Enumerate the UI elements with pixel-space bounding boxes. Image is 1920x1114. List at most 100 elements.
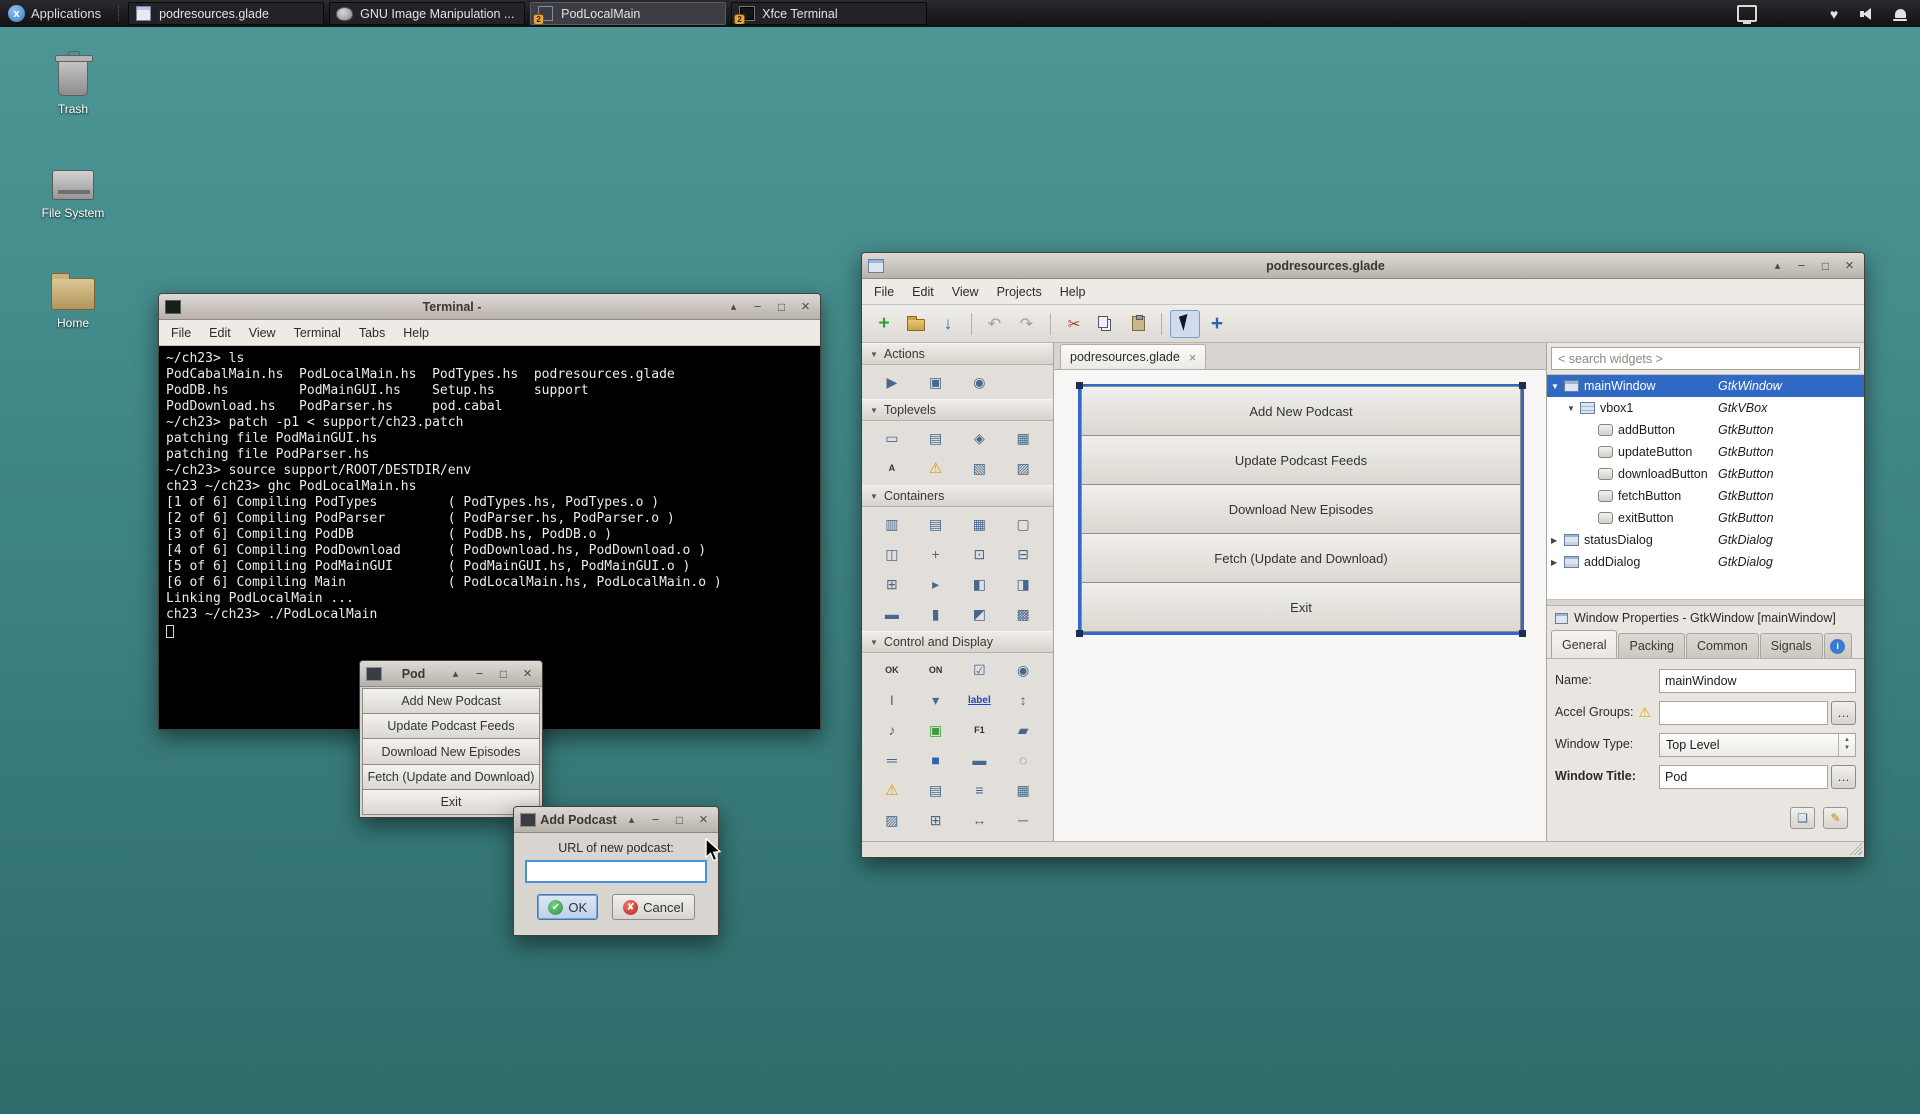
accel-groups-input[interactable] — [1659, 701, 1828, 725]
devhelp-icon[interactable]: ❏ — [1790, 807, 1815, 829]
gtk-action-icon[interactable]: ▶ — [870, 369, 914, 395]
menu-item[interactable]: Terminal — [285, 320, 350, 345]
ok-button[interactable]: ✔ OK — [537, 894, 598, 920]
widget-tree-row[interactable]: statusDialog GtkDialog — [1547, 529, 1864, 551]
glade-titlebar[interactable]: podresources.glade — [862, 253, 1864, 279]
gtk-scrollbar-icon[interactable]: ↔ — [958, 807, 1002, 833]
gtk-drawing-area-icon[interactable]: ▨ — [870, 807, 914, 833]
window-title-input[interactable] — [1659, 765, 1828, 789]
gtk-info-bar-icon[interactable]: ⚠ — [870, 777, 914, 803]
gtk-font-button-icon[interactable]: F1 — [958, 717, 1002, 743]
taskbar-button[interactable]: podresources.glade — [128, 2, 324, 25]
selector-icon[interactable] — [1170, 310, 1200, 338]
shade-button[interactable] — [723, 297, 744, 316]
gtk-toggle-button-icon[interactable]: ON — [914, 657, 958, 683]
redo-icon[interactable] — [1012, 310, 1042, 338]
gtk-toggle-action-icon[interactable]: ▣ — [914, 369, 958, 395]
design-button[interactable]: Update Podcast Feeds — [1081, 435, 1521, 485]
gtk-layout-icon[interactable]: ▩ — [1001, 601, 1045, 627]
gtk-color-button-icon[interactable]: ■ — [914, 747, 958, 773]
gtk-color-selection-dialog-icon[interactable]: ▦ — [1001, 425, 1045, 451]
heart-icon[interactable] — [1824, 5, 1844, 23]
menu-item[interactable]: Edit — [200, 320, 240, 345]
search-widgets-input[interactable] — [1551, 347, 1860, 370]
save-icon[interactable] — [933, 310, 963, 338]
edit-pencil-icon[interactable]: ✎ — [1823, 807, 1848, 829]
desktop-icon[interactable]: Home — [26, 268, 120, 330]
widget-tree-row[interactable]: downloadButton GtkButton — [1547, 463, 1864, 485]
minimize-button[interactable] — [747, 297, 768, 316]
gtk-file-chooser-dialog-icon[interactable]: ▧ — [958, 455, 1002, 481]
menu-item[interactable]: Edit — [903, 279, 943, 304]
design-main-window[interactable]: Add New Podcast Update Podcast Feeds Dow… — [1078, 384, 1524, 635]
palette-section-containers[interactable]: Containers — [862, 485, 1053, 507]
properties-tab[interactable]: Common — [1686, 633, 1759, 658]
pod-action-button[interactable]: Fetch (Update and Download) — [362, 764, 540, 790]
desktop-icon[interactable]: File System — [26, 160, 120, 220]
cancel-button[interactable]: ✘ Cancel — [612, 894, 694, 920]
shade-button[interactable] — [621, 810, 642, 829]
menu-item[interactable]: Tabs — [350, 320, 394, 345]
gtk-combo-box-icon[interactable]: ▾ — [914, 687, 958, 713]
palette-section-toplevels[interactable]: Toplevels — [862, 399, 1053, 421]
gtk-calendar-icon[interactable]: ▦ — [1001, 777, 1045, 803]
gtk-separator-icon[interactable]: ─ — [1001, 807, 1045, 833]
tree-expander-icon[interactable] — [1551, 558, 1564, 567]
minimize-button[interactable] — [1791, 256, 1812, 275]
taskbar-button[interactable]: 2 PodLocalMain — [530, 2, 726, 25]
pod-titlebar[interactable]: Pod — [360, 661, 542, 687]
open-project-icon[interactable] — [901, 310, 931, 338]
gtk-hbox-icon[interactable]: ▥ — [870, 511, 914, 537]
cut-icon[interactable] — [1059, 310, 1089, 338]
shade-button[interactable] — [445, 664, 466, 683]
url-input[interactable] — [525, 860, 707, 883]
gtk-volume-button-icon[interactable]: ♪ — [870, 717, 914, 743]
bell-icon[interactable] — [1890, 5, 1910, 23]
widget-tree-row[interactable]: exitButton GtkButton — [1547, 507, 1864, 529]
widget-tree-row[interactable]: vbox1 GtkVBox — [1547, 397, 1864, 419]
gtk-image-icon[interactable]: ▣ — [914, 717, 958, 743]
resize-grip[interactable] — [1850, 843, 1862, 855]
gtk-spinner-icon[interactable]: ◌ — [1001, 747, 1045, 773]
gtk-vpaned-icon[interactable]: ◨ — [1001, 571, 1045, 597]
close-button[interactable] — [1839, 256, 1860, 275]
design-button[interactable]: Exit — [1081, 582, 1521, 632]
close-button[interactable] — [517, 664, 538, 683]
gtk-icon-view-icon[interactable]: ⊞ — [914, 807, 958, 833]
taskbar-button[interactable]: GNU Image Manipulation ... — [329, 2, 525, 25]
menu-item[interactable]: File — [865, 279, 903, 304]
design-button[interactable]: Fetch (Update and Download) — [1081, 533, 1521, 583]
close-button[interactable] — [795, 297, 816, 316]
terminal-titlebar[interactable]: Terminal - — [159, 294, 820, 320]
accessibility-tab[interactable]: i — [1824, 633, 1852, 658]
maximize-button[interactable] — [1815, 256, 1836, 275]
pod-action-button[interactable]: Add New Podcast — [362, 688, 540, 714]
drag-resize-icon[interactable] — [1202, 310, 1232, 338]
design-button[interactable]: Download New Episodes — [1081, 484, 1521, 534]
pod-action-button[interactable]: Update Podcast Feeds — [362, 713, 540, 739]
gtk-statusbar-icon[interactable]: ▬ — [958, 747, 1002, 773]
menu-item[interactable]: View — [943, 279, 988, 304]
gtk-fixed-icon[interactable]: + — [914, 541, 958, 567]
selection-handle[interactable] — [1076, 630, 1083, 637]
widget-tree-row[interactable]: addButton GtkButton — [1547, 419, 1864, 441]
gtk-about-dialog-icon[interactable]: ◈ — [958, 425, 1002, 451]
speaker-icon[interactable] — [1857, 5, 1877, 23]
properties-tab[interactable]: Packing — [1618, 633, 1684, 658]
pod-action-button[interactable]: Download New Episodes — [362, 738, 540, 764]
canvas-workarea[interactable]: Add New Podcast Update Podcast Feeds Dow… — [1054, 370, 1546, 841]
taskbar-button[interactable]: 2 Xfce Terminal — [731, 2, 927, 25]
minimize-button[interactable] — [469, 664, 490, 683]
gtk-tree-view-icon[interactable]: ≡ — [958, 777, 1002, 803]
gtk-message-dialog-icon[interactable]: ⚠ — [914, 455, 958, 481]
properties-tab[interactable]: General — [1551, 630, 1617, 658]
selection-handle[interactable] — [1519, 630, 1526, 637]
maximize-button[interactable] — [771, 297, 792, 316]
widget-tree-row[interactable]: mainWindow GtkWindow — [1547, 375, 1864, 397]
selection-handle[interactable] — [1519, 382, 1526, 389]
window-title-more-button[interactable]: … — [1831, 765, 1856, 789]
menu-item[interactable]: File — [162, 320, 200, 345]
window-type-combo[interactable]: Top Level ▲▼ — [1659, 733, 1856, 757]
widget-tree-row[interactable]: updateButton GtkButton — [1547, 441, 1864, 463]
undo-icon[interactable] — [980, 310, 1010, 338]
